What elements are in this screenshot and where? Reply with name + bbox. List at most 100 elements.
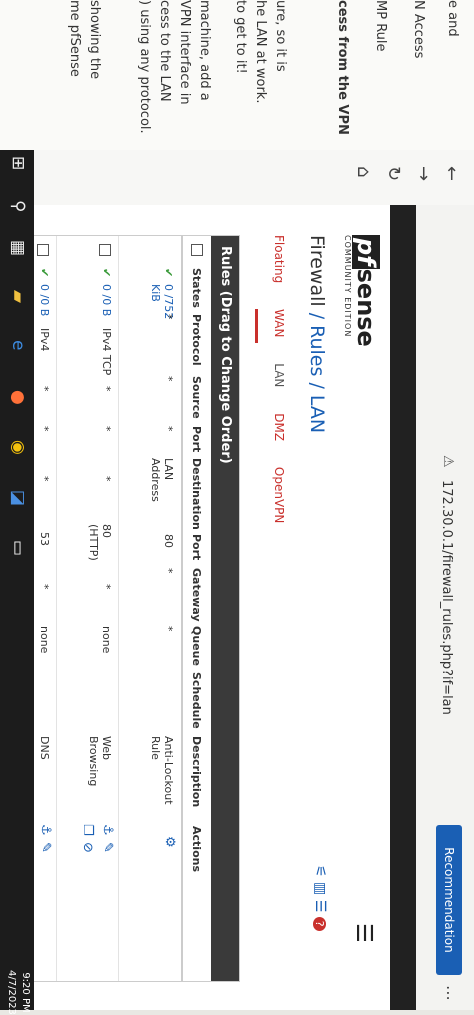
- rule-dport: 80: [162, 534, 175, 548]
- rule-destination: *: [100, 476, 113, 482]
- block-icon[interactable]: ⊘: [80, 842, 95, 853]
- rule-states[interactable]: 0 /0 B: [100, 284, 113, 316]
- clock-time: 9:20 PM: [20, 972, 31, 1013]
- pfsense-dark-bar: [390, 205, 416, 1010]
- rule-description: Web Browsing: [87, 736, 113, 787]
- tab-floating[interactable]: Floating: [272, 235, 286, 283]
- rule-gateway: *: [38, 584, 51, 590]
- active-tab-indicator: [255, 309, 258, 343]
- col-states: States: [190, 268, 203, 308]
- menu-hamburger-icon[interactable]: ☰: [351, 923, 376, 943]
- col-source: Source: [190, 376, 203, 419]
- firefox-icon[interactable]: ●: [8, 390, 28, 405]
- interface-tabs: Floating WAN LAN DMZ OpenVPN: [272, 235, 286, 545]
- col-gateway: Gateway: [190, 568, 203, 622]
- windows-start-icon[interactable]: ⊞: [8, 156, 28, 170]
- recommendation-button[interactable]: Recommendation: [436, 825, 462, 975]
- tab-openvpn[interactable]: OpenVPN: [272, 467, 286, 523]
- anchor-icon[interactable]: ⚓: [100, 824, 115, 836]
- taskbar-clock[interactable]: 9:20 PM 4/7/2023: [4, 970, 32, 1015]
- rule-states[interactable]: 0 /0 B: [38, 284, 51, 316]
- doc-line: N Access: [411, 0, 426, 59]
- lock-icon: ⚠: [440, 455, 456, 468]
- tab-dmz[interactable]: DMZ: [272, 413, 286, 441]
- col-actions: Actions: [190, 826, 203, 872]
- more-icon[interactable]: ⋯: [439, 985, 458, 1001]
- edit-icon[interactable]: ✎: [38, 842, 53, 853]
- rule-destination: *: [38, 476, 51, 482]
- header-icons: ⚟ ▥ ☰ ?: [312, 865, 328, 931]
- task-view-icon[interactable]: ▦: [8, 240, 28, 256]
- terminal-icon[interactable]: ▭: [8, 540, 28, 556]
- logo-prefix: pf: [352, 235, 380, 269]
- breadcrumb: Firewall / Rules / LAN: [306, 235, 328, 433]
- browser-nav-bar: ← → ↻ ⌂: [0, 150, 474, 206]
- table-row[interactable]: ✔ 0 /0 B IPv4 TCP * * * 80 (HTTP) * none…: [56, 236, 119, 981]
- rule-port: *: [162, 426, 175, 432]
- col-description: Description: [190, 736, 203, 808]
- gear-icon[interactable]: ⚙: [162, 836, 177, 848]
- background-document: e and N Access MP Rule cess from the VPN…: [0, 0, 474, 151]
- rule-dport: 80 (HTTP): [87, 524, 113, 561]
- select-all-checkbox[interactable]: [191, 244, 203, 256]
- reload-icon[interactable]: ↻: [383, 166, 404, 181]
- row-checkbox[interactable]: [99, 244, 111, 256]
- rule-source: *: [38, 386, 51, 392]
- col-dport: Port: [190, 534, 203, 561]
- logo-edition: COMMUNITY EDITION: [343, 235, 352, 338]
- pfsense-main: pfsense COMMUNITY EDITION ☰ Firewall / R…: [0, 205, 390, 1010]
- doc-line: e and: [445, 0, 460, 37]
- edge-icon[interactable]: e: [8, 340, 28, 350]
- rules-panel: Rules (Drag to Change Order) States Prot…: [0, 235, 240, 982]
- col-queue: Queue: [190, 626, 203, 666]
- tab-lan[interactable]: LAN: [272, 363, 286, 387]
- edit-icon[interactable]: ✎: [100, 842, 115, 853]
- breadcrumb-lan[interactable]: LAN: [306, 395, 328, 433]
- pass-icon: ✔: [162, 268, 175, 278]
- rotated-photo-stage: e and N Access MP Rule cess from the VPN…: [0, 0, 474, 1015]
- rule-port: *: [100, 426, 113, 432]
- doc-line: he LAN at work.: [253, 0, 268, 104]
- rule-gateway: *: [162, 568, 175, 574]
- anchor-icon[interactable]: ⚓: [38, 824, 53, 836]
- home-icon[interactable]: ⌂: [353, 166, 374, 177]
- row-checkbox[interactable]: [37, 244, 49, 256]
- forward-icon[interactable]: →: [413, 166, 434, 181]
- rule-queue: none: [38, 626, 51, 654]
- rule-queue: none: [100, 626, 113, 654]
- rule-protocol: IPv4 TCP: [100, 328, 113, 376]
- pfsense-logo[interactable]: pfsense COMMUNITY EDITION: [343, 235, 380, 347]
- rule-destination: LAN Address: [149, 458, 175, 502]
- windows-taskbar: ⊞ ⚲ ▦ ▰ e ● ◉ ◪ ▭ 9:20 PM 4/7/2023: [0, 150, 34, 1015]
- copy-icon[interactable]: ❐: [80, 824, 95, 836]
- doc-line: MP Rule: [373, 0, 388, 52]
- rule-description: Anti-Lockout Rule: [149, 736, 175, 805]
- rule-queue: *: [162, 626, 175, 632]
- rule-gateway: *: [100, 584, 113, 590]
- clock-date: 4/7/2023: [6, 970, 17, 1015]
- breadcrumb-rules[interactable]: Rules: [306, 325, 328, 376]
- app-icon[interactable]: ◪: [8, 490, 28, 506]
- settings-sliders-icon[interactable]: ⚟: [312, 865, 328, 878]
- doc-line: ) using any protocol.: [137, 0, 152, 134]
- table-row[interactable]: ✔ 0 /752 KiB * * * LAN Address 80 * * An…: [118, 236, 181, 981]
- col-destination: Destination: [190, 458, 203, 530]
- rule-protocol: *: [162, 314, 175, 320]
- explorer-icon[interactable]: ▰: [8, 290, 28, 303]
- rule-source: *: [162, 376, 175, 382]
- rule-source: *: [100, 386, 113, 392]
- url-field[interactable]: 172.30.0.1/firewall_rules.php?if=lan: [439, 480, 454, 715]
- rule-protocol: IPv4: [38, 328, 51, 352]
- rules-table-header: States Protocol Source Port Destination …: [181, 236, 211, 981]
- help-icon[interactable]: ?: [313, 916, 326, 931]
- tab-wan[interactable]: WAN: [272, 309, 286, 337]
- doc-heading: cess from the VPN: [335, 0, 350, 135]
- chart-icon[interactable]: ▥: [312, 882, 328, 895]
- rule-dport: 53: [38, 532, 51, 546]
- back-icon[interactable]: ←: [441, 166, 462, 181]
- chrome-icon[interactable]: ◉: [8, 440, 28, 455]
- list-icon[interactable]: ☰: [312, 900, 328, 913]
- col-protocol: Protocol: [190, 314, 203, 366]
- search-icon[interactable]: ⚲: [8, 200, 28, 212]
- breadcrumb-firewall[interactable]: Firewall: [306, 235, 328, 307]
